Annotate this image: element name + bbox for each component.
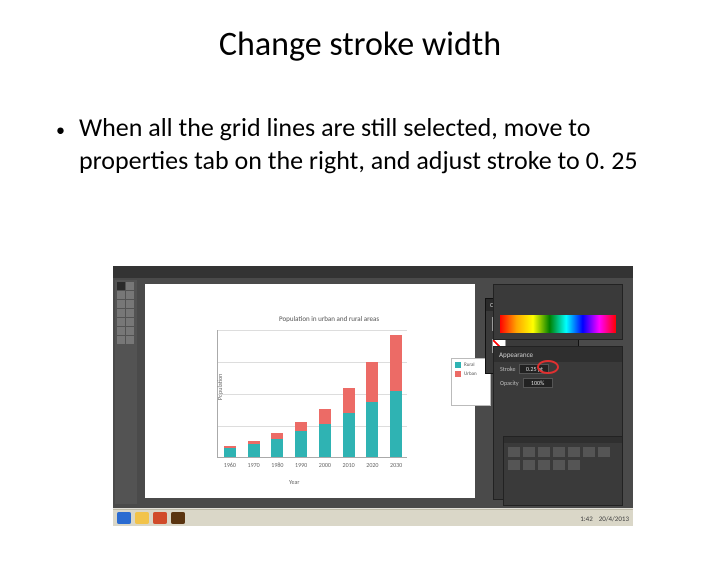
gridline <box>218 330 407 331</box>
pen-tool-icon[interactable] <box>117 291 125 299</box>
x-tick-label: 1970 <box>248 461 260 469</box>
bullet-text: When all the grid lines are still select… <box>79 111 680 176</box>
x-tick-label: 2030 <box>390 461 402 469</box>
bar-segment-rural <box>271 439 283 457</box>
bar-group <box>295 422 307 457</box>
brush-icon[interactable] <box>538 460 550 470</box>
x-axis-label: Year <box>289 478 299 486</box>
bar-group <box>271 433 283 457</box>
bar-group <box>319 409 331 457</box>
bar-segment-urban <box>366 362 378 402</box>
brush-icon[interactable] <box>568 447 580 457</box>
brush-grid <box>504 443 622 474</box>
brush-tool-icon[interactable] <box>117 309 125 317</box>
tools-panel[interactable] <box>115 280 137 504</box>
bar-segment-urban <box>390 335 402 392</box>
stroke-label: Stroke <box>500 365 515 373</box>
direct-select-tool-icon[interactable] <box>126 282 134 290</box>
bar-segment-urban <box>295 422 307 431</box>
brush-icon[interactable] <box>568 460 580 470</box>
brush-icon[interactable] <box>553 447 565 457</box>
brush-icon[interactable] <box>598 447 610 457</box>
powerpoint-icon[interactable] <box>153 512 167 524</box>
pencil-tool-icon[interactable] <box>126 309 134 317</box>
color-spectrum-icon[interactable] <box>500 315 616 333</box>
slide-title: Change stroke width <box>0 24 720 65</box>
zoom-tool-icon[interactable] <box>126 336 134 344</box>
brush-icon[interactable] <box>523 447 535 457</box>
properties-header: Appearance <box>494 347 622 362</box>
app-menubar[interactable] <box>113 266 633 278</box>
color-panel-docked[interactable] <box>493 284 623 340</box>
eyedropper-tool-icon[interactable] <box>117 327 125 335</box>
gradient-tool-icon[interactable] <box>126 327 134 335</box>
bar-segment-urban <box>319 409 331 424</box>
artboard: Population in urban and rural areas Popu… <box>145 284 475 498</box>
chart: Population in urban and rural areas Popu… <box>199 314 453 492</box>
bullet-item: • When all the grid lines are still sele… <box>56 111 680 176</box>
x-tick-label: 1980 <box>271 461 283 469</box>
bar-segment-rural <box>319 424 331 457</box>
brush-icon[interactable] <box>508 447 520 457</box>
x-tick-label: 1990 <box>295 461 307 469</box>
hand-tool-icon[interactable] <box>117 336 125 344</box>
rotate-tool-icon[interactable] <box>117 318 125 326</box>
bar-segment-rural <box>248 444 260 457</box>
x-tick-label: 2010 <box>343 461 355 469</box>
legend-label: Urban <box>464 371 477 377</box>
illustrator-icon[interactable] <box>171 512 185 524</box>
bar-segment-rural <box>390 391 402 457</box>
legend-swatch-urban-icon <box>455 371 461 377</box>
internet-explorer-icon[interactable] <box>117 512 131 524</box>
brush-icon[interactable] <box>538 447 550 457</box>
bar-group <box>343 388 355 457</box>
chart-title: Population in urban and rural areas <box>279 314 379 323</box>
bullet-dot-icon: • <box>56 119 65 142</box>
selection-tool-icon[interactable] <box>117 282 125 290</box>
brush-icon[interactable] <box>508 460 520 470</box>
y-axis-label: Population <box>216 374 224 400</box>
bar-group <box>248 441 260 457</box>
brushes-panel[interactable] <box>503 436 623 506</box>
bar-segment-rural <box>295 431 307 457</box>
gridline <box>218 362 407 363</box>
stroke-value-field[interactable]: 0.25 pt <box>519 364 549 374</box>
x-tick-label: 2000 <box>319 461 331 469</box>
bar-group <box>366 362 378 457</box>
brush-icon[interactable] <box>523 460 535 470</box>
taskbar-date: 20/4/2013 <box>599 514 629 523</box>
embedded-screenshot: Population in urban and rural areas Popu… <box>113 266 633 526</box>
stroke-row: Stroke 0.25 pt <box>494 362 622 376</box>
x-tick-label: 2020 <box>366 461 378 469</box>
gridline <box>218 426 407 427</box>
taskbar-time: 1:42 <box>580 514 593 523</box>
brush-icon[interactable] <box>553 460 565 470</box>
bar-segment-urban <box>343 388 355 414</box>
line-tool-icon[interactable] <box>117 300 125 308</box>
bar-segment-rural <box>343 413 355 457</box>
opacity-row: Opacity 100% <box>494 376 622 390</box>
bar-segment-rural <box>224 448 236 457</box>
legend-label: Rural <box>464 362 475 368</box>
brush-icon[interactable] <box>583 447 595 457</box>
type-tool-icon[interactable] <box>126 291 134 299</box>
windows-taskbar[interactable]: 1:42 20/4/2013 <box>113 509 633 526</box>
rect-tool-icon[interactable] <box>126 300 134 308</box>
file-explorer-icon[interactable] <box>135 512 149 524</box>
x-tick-label: 1960 <box>224 461 236 469</box>
bar-group <box>224 446 236 457</box>
bar-segment-rural <box>366 402 378 457</box>
plot-area: Population 19601970198019902000201020202… <box>217 330 407 458</box>
opacity-label: Opacity <box>500 379 519 387</box>
gridline <box>218 394 407 395</box>
legend-swatch-rural-icon <box>455 362 461 368</box>
opacity-value-field[interactable]: 100% <box>523 378 553 388</box>
bar-group <box>390 335 402 458</box>
scale-tool-icon[interactable] <box>126 318 134 326</box>
